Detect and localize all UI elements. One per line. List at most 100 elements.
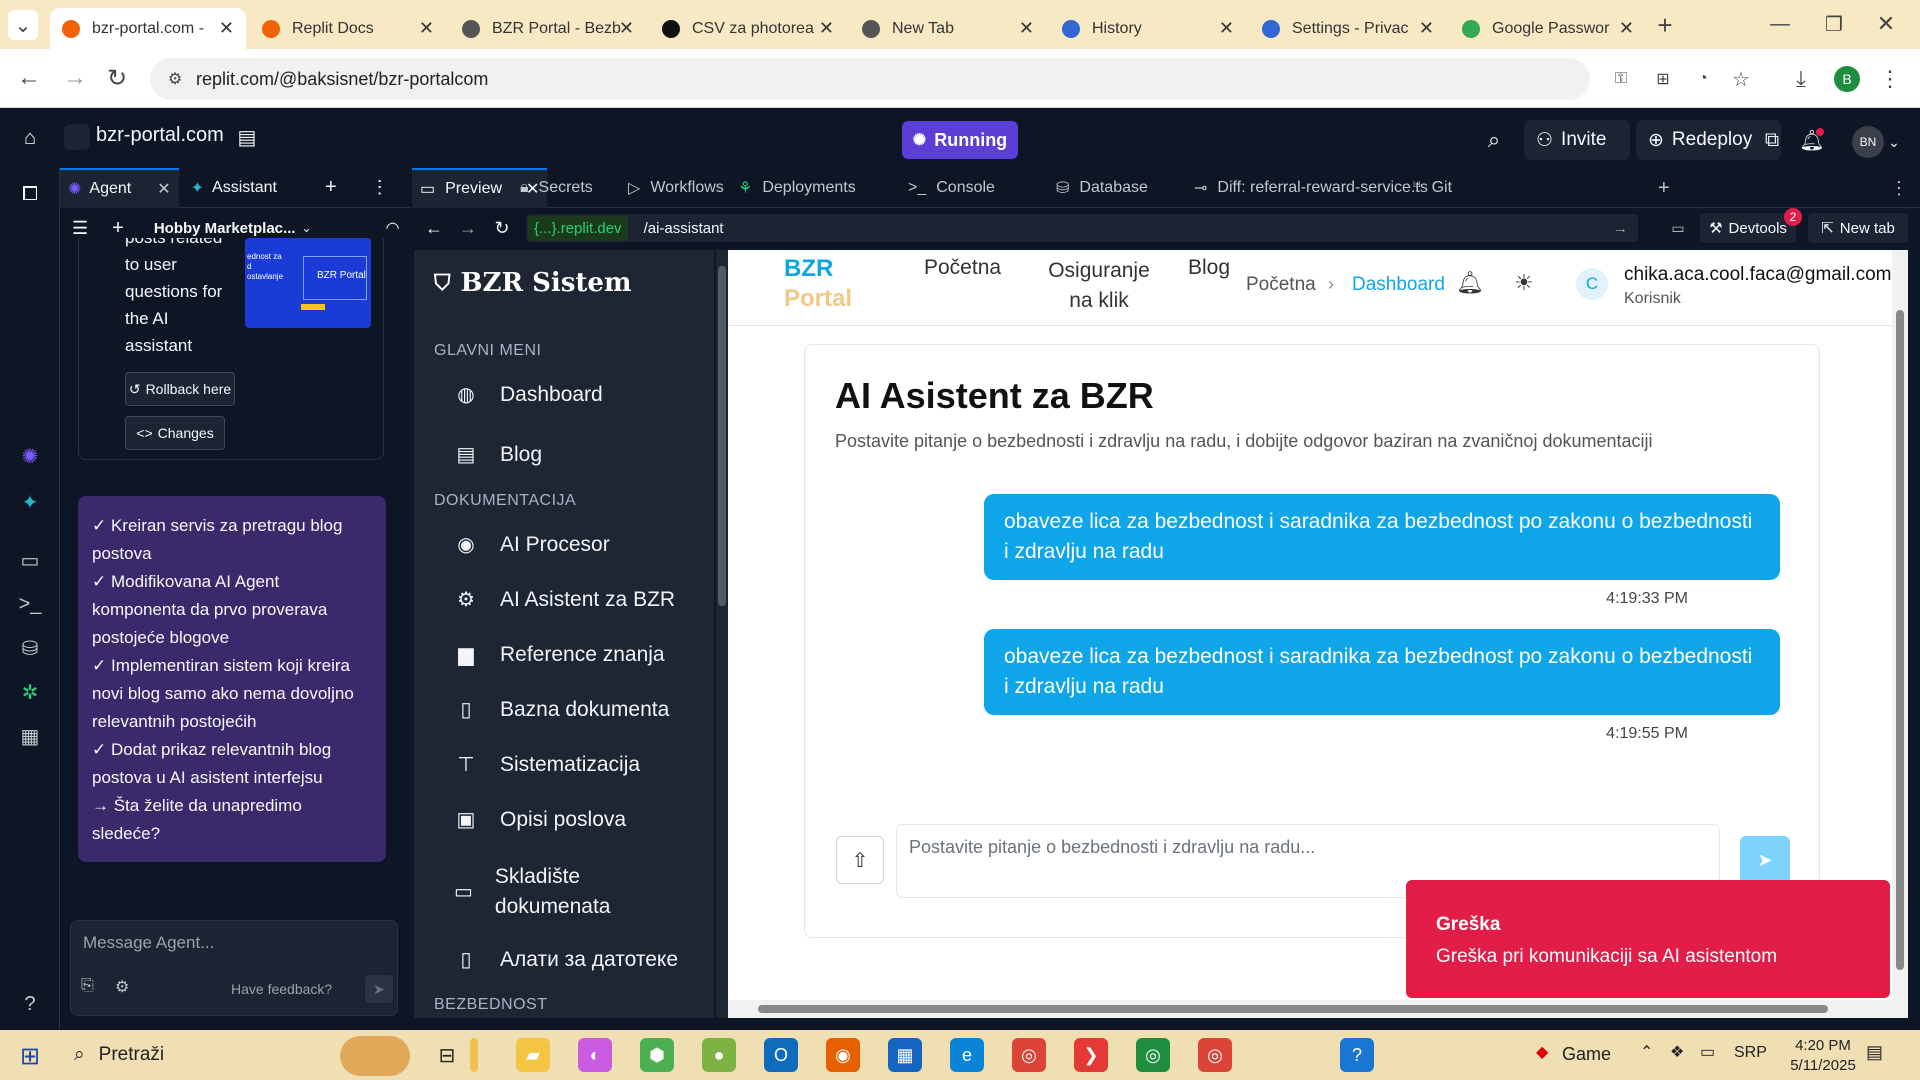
sidebar-item-sistematizacija[interactable]: ⊤ Sistematizacija [454, 752, 640, 777]
changes-button[interactable]: <> Changes [125, 416, 225, 450]
outlook-icon[interactable]: O [764, 1038, 798, 1072]
firefox-icon[interactable]: ◉ [826, 1038, 860, 1072]
send-icon[interactable]: ➤ [365, 975, 393, 1003]
tab-database[interactable]: ⛁ Database [1056, 168, 1148, 208]
browser-tab[interactable]: BZR Portal - Bezb ✕ [450, 8, 646, 49]
notification-center-icon[interactable]: ▤ [1866, 1042, 1883, 1063]
copilot-icon[interactable]: ◐ [578, 1038, 612, 1072]
toggle-sidebar-icon[interactable]: ⧠ [14, 178, 46, 210]
bell-icon[interactable]: 🔔︎ [1456, 270, 1484, 296]
chrome-icon[interactable]: ◎ [1012, 1038, 1046, 1072]
tab-deployments[interactable]: ⚘ Deployments [738, 168, 856, 208]
help-icon[interactable]: ? [14, 988, 46, 1020]
dropbox-icon[interactable]: ❖ [1670, 1042, 1684, 1062]
attach-icon[interactable]: ⎘ [81, 977, 94, 995]
site-brand[interactable]: ⛉ BZR Sistem [434, 268, 631, 298]
rollback-button[interactable]: ↺ Rollback here [125, 372, 235, 406]
store-icon[interactable]: ▦ [888, 1038, 922, 1072]
preview-icon[interactable]: ▭ [14, 544, 46, 576]
breadcrumb-dashboard[interactable]: Dashboard [1352, 274, 1445, 296]
multiplayer-icon[interactable]: ⧉ [1756, 124, 1788, 156]
file-explorer-icon[interactable]: ▰ [516, 1038, 550, 1072]
sidebar-item-skladiste[interactable]: ▭ Skladište dokumenata [454, 862, 611, 922]
profile-avatar[interactable]: B [1834, 66, 1860, 92]
forward-arrow-icon[interactable]: → [58, 61, 92, 95]
download-icon[interactable]: ⤓ [1786, 62, 1816, 96]
app-hex-icon[interactable]: ⬢ [640, 1038, 674, 1072]
install-app-icon[interactable]: ⊞ [1650, 66, 1676, 92]
feedback-link[interactable]: Have feedback? [231, 981, 332, 997]
game-widget[interactable]: Game [1562, 1044, 1611, 1065]
pane-menu-icon[interactable]: ⋮ [371, 177, 389, 198]
new-chat-icon[interactable]: + [112, 217, 124, 240]
sidebar-scrollbar[interactable] [716, 250, 728, 1018]
tab-console[interactable]: >_ Console [908, 168, 995, 208]
tab-assistant[interactable]: ✦ Assistant [179, 168, 289, 208]
clock[interactable]: 4:20 PM 5/11/2025 [1778, 1036, 1868, 1076]
sidebar-item-opisi-poslova[interactable]: ▣ Opisi poslova [454, 807, 627, 832]
browser-tab[interactable]: Settings - Privac ✕ [1250, 8, 1446, 49]
bookmark-star-icon[interactable]: ☆ [1728, 66, 1754, 92]
start-windows-icon[interactable]: ⊞ [14, 1040, 46, 1072]
project-name[interactable]: bzr-portal.com [96, 124, 224, 147]
preview-reload-icon[interactable]: ↻ [488, 214, 516, 242]
task-view-icon[interactable]: ⊟ [430, 1038, 464, 1072]
run-status-button[interactable]: ✺ Running [902, 121, 1018, 159]
address-bar[interactable]: ⚙ replit.com/@baksisnet/bzr-portalcom ⚿ … [150, 58, 1750, 100]
sidebar-item-bazna-dokumenta[interactable]: ▯ Bazna dokumenta [454, 697, 669, 722]
close-tab-icon[interactable]: ✕ [157, 179, 170, 199]
tab-diff[interactable]: ⊸ Diff: referral-reward-service.ts [1194, 168, 1428, 208]
sidebar-item-reference-znanja[interactable]: ▆ Reference znanja [454, 642, 664, 667]
tab-agent[interactable]: ✺ Agent ✕ [60, 167, 179, 208]
help-app-icon[interactable]: ? [1340, 1038, 1374, 1072]
chevron-down-icon[interactable]: ⌄ [1884, 126, 1904, 158]
sidebar-item-blog[interactable]: ▤ Blog [454, 442, 542, 467]
tab-secrets[interactable]: 🔒︎ Secrets [520, 168, 593, 208]
chevron-down-icon[interactable]: ⌄ [302, 221, 312, 235]
browser-tab[interactable]: CSV za photorea ✕ [650, 8, 846, 49]
browser-tab[interactable]: Replit Docs ✕ [250, 8, 446, 49]
performance-icon[interactable]: ◔ [1690, 66, 1716, 92]
agent-message-input[interactable]: Message Agent... [83, 933, 214, 953]
preview-url-bar[interactable]: {...}.replit.dev /ai-assistant → [526, 214, 1638, 242]
browser-menu-icon[interactable]: ⋮ [1878, 62, 1902, 96]
browser-tab[interactable]: New Tab ✕ [850, 8, 1046, 49]
password-key-icon[interactable]: ⚿ [1608, 66, 1634, 92]
devtools-button[interactable]: ⚒ Devtools [1700, 213, 1796, 243]
project-info-icon[interactable]: ▤ [232, 122, 262, 152]
sidebar-scroll-thumb[interactable] [718, 266, 726, 606]
close-tab-icon[interactable]: ✕ [819, 18, 834, 39]
site-info-icon[interactable]: ⚙ [164, 68, 186, 90]
upload-icon[interactable]: ⇧ [836, 836, 884, 884]
reload-icon[interactable]: ↻ [100, 61, 134, 95]
edge-icon[interactable]: e [950, 1038, 984, 1072]
scroll-thumb[interactable] [1896, 310, 1904, 970]
add-tab-icon[interactable]: + [1658, 168, 1670, 208]
user-avatar[interactable]: BN [1852, 126, 1884, 158]
close-tab-icon[interactable]: ✕ [1619, 18, 1634, 39]
settings-icon[interactable]: ⚙ [115, 977, 129, 997]
close-window-icon[interactable]: ✕ [1868, 8, 1904, 40]
home-icon[interactable]: ⌂ [14, 122, 46, 154]
agent-icon[interactable]: ✺ [14, 440, 46, 472]
nav-pocetna[interactable]: Početna [924, 256, 1001, 280]
language-indicator[interactable]: SRP [1734, 1044, 1767, 1062]
assistant-icon[interactable]: ✦ [14, 486, 46, 518]
site-logo[interactable]: BZR Portal [784, 254, 852, 314]
project-selector[interactable]: Hobby Marketplac... [154, 220, 296, 237]
go-arrow-icon[interactable]: → [1613, 220, 1628, 237]
preview-back-icon[interactable]: ← [420, 214, 448, 242]
app-green-icon[interactable]: ● [702, 1038, 736, 1072]
new-tab-button[interactable]: + [1650, 10, 1680, 40]
close-tab-icon[interactable]: ✕ [619, 18, 634, 39]
tab-search-chevron-icon[interactable]: ⌄ [8, 10, 38, 40]
scroll-thumb[interactable] [758, 1005, 1828, 1013]
nav-osiguranje[interactable]: Osiguranje na klik [1034, 256, 1164, 316]
tab-git[interactable]: ⑂ Git [1412, 168, 1452, 208]
taskbar-search[interactable]: ⌕ Pretraži [60, 1030, 340, 1080]
tab-workflows[interactable]: ▷ Workflows [628, 168, 724, 208]
browser-tab[interactable]: History ✕ [1050, 8, 1246, 49]
chrome-active-icon[interactable]: ◎ [1198, 1038, 1232, 1072]
sidebar-item-ai-asistent[interactable]: ⚙ AI Asistent za BZR [454, 587, 675, 612]
back-arrow-icon[interactable]: ← [12, 61, 46, 95]
